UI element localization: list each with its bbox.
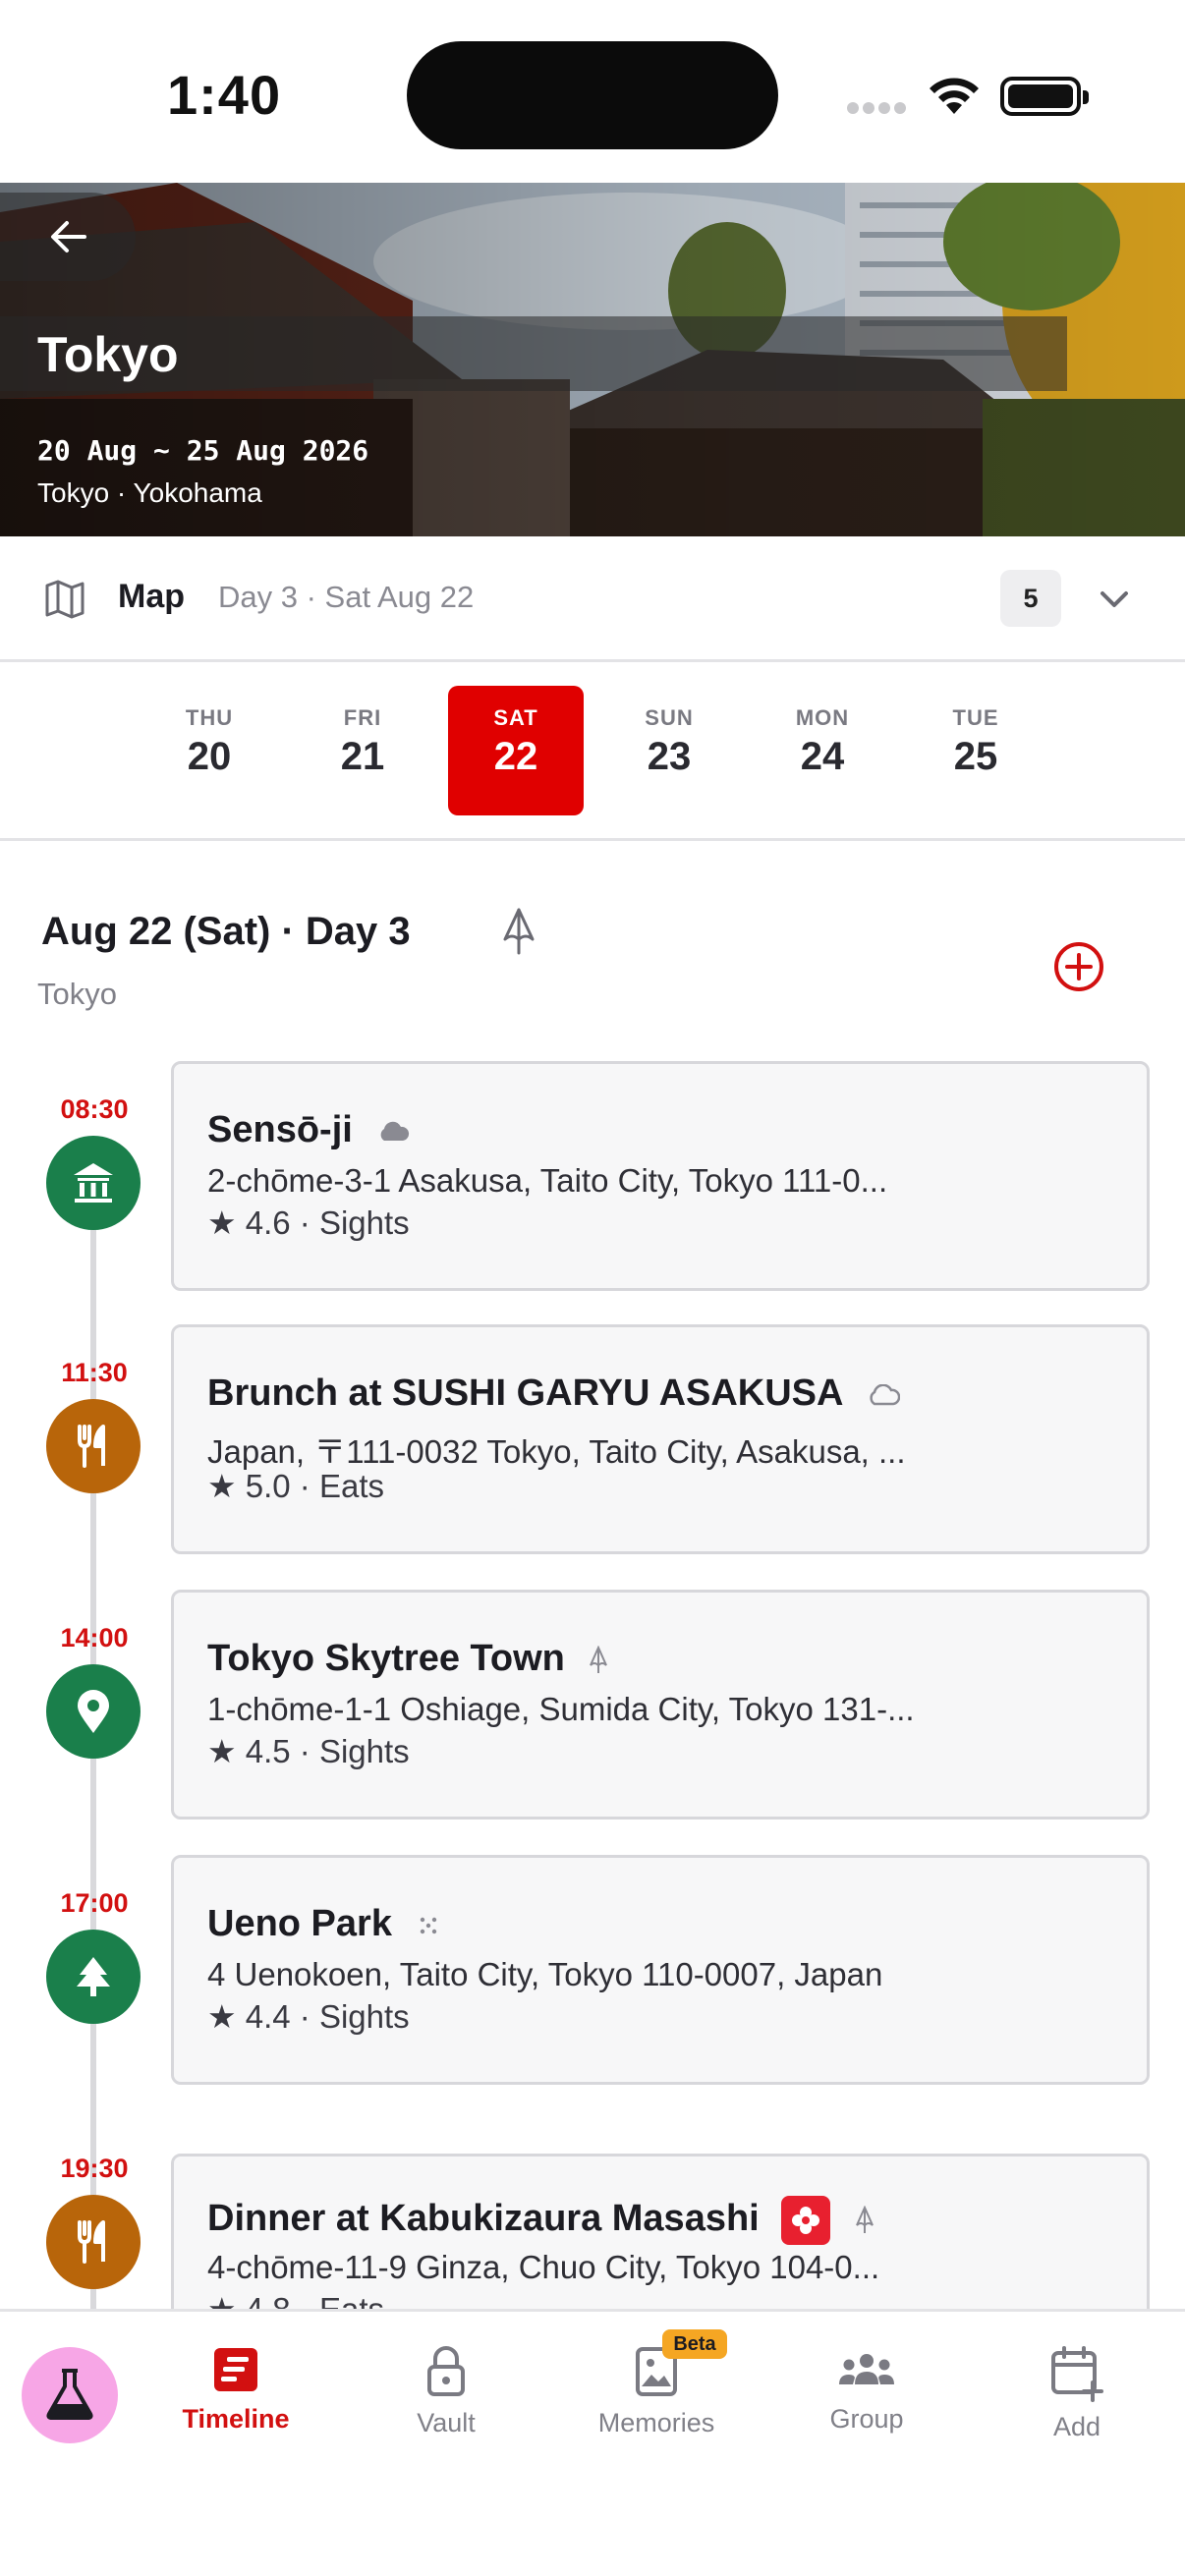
chevron-down-icon[interactable] [1099,584,1130,615]
place-meta: ★ 4.5 · Sights [207,1733,410,1769]
day-tab[interactable]: THU 20 [141,686,277,815]
battery-icon [1000,77,1089,116]
arrow-left-icon [51,221,86,252]
michelin-icon [781,2196,831,2245]
lab-button[interactable] [22,2347,118,2443]
trip-cities: Tokyo · Yokohama [37,477,262,508]
item-time: 08:30 [60,1094,129,1124]
museum-icon [46,1136,141,1230]
day-tab[interactable]: MON 24 [755,686,890,815]
status-time: 1:40 [167,64,282,126]
place-address: 2-chōme-3-1 Asakusa, Taito City, Tokyo 1… [207,1162,888,1199]
beta-badge: Beta [662,2329,727,2359]
day-title: Aug 22 (Sat) · Day 3 [41,910,411,953]
cloud-outline-icon [870,1383,900,1406]
stop-count-badge: 5 [1000,570,1061,627]
day-selector: THU 20 FRI 21 SAT 22 SUN 23 MON 24 TUE 2… [0,662,1185,841]
timeline-item: 11:30 Brunch at SUSHI GARYU ASAKUSA Japa… [0,1324,1185,1590]
flask-icon [46,2369,93,2420]
tab-vault[interactable]: Vault [358,2345,535,2438]
place-title: Sensō-ji [207,1109,353,1150]
timeline-icon [214,2348,257,2391]
pin-icon [46,1664,141,1759]
item-time: 17:00 [60,1888,129,1918]
item-time: 14:00 [60,1623,129,1652]
place-card[interactable]: Ueno Park 4 Uenokoen, Taito City, Tokyo … [171,1855,1150,2085]
place-card[interactable]: Tokyo Skytree Town 1-chōme-1-1 Oshiage, … [171,1590,1150,1820]
wifi-icon [930,78,979,114]
snow-icon [420,1917,436,1934]
calendar-add-icon [1051,2346,1103,2402]
bottom-tab-bar: Timeline Vault Memories Beta Group Add [0,2309,1185,2576]
place-title: Dinner at Kabukizaura Masashi [207,2198,760,2240]
place-address: Japan, 〒111-0032 Tokyo, Taito City, Asak… [207,1433,906,1470]
back-button[interactable] [0,193,136,281]
place-title: Tokyo Skytree Town [207,1638,565,1679]
item-time: 19:30 [60,2154,129,2183]
tree-icon [46,1930,141,2024]
umbrella-icon [503,908,535,955]
day-tab[interactable]: FRI 21 [295,686,430,815]
timeline-item: 14:00 Tokyo Skytree Town 1-chōme-1-1 Osh… [0,1590,1185,1855]
map-toggle-row[interactable]: Map Day 3 · Sat Aug 22 5 [0,536,1185,662]
place-card[interactable]: Dinner at Kabukizaura Masashi 4-chōme-11… [171,2154,1150,2309]
umbrella-icon [855,2206,874,2233]
tab-add[interactable]: Add [988,2345,1165,2442]
map-label: Map [118,578,185,615]
place-card[interactable]: Sensō-ji 2-chōme-3-1 Asakusa, Taito City… [171,1061,1150,1291]
place-card[interactable]: Brunch at SUSHI GARYU ASAKUSA Japan, 〒11… [171,1324,1150,1554]
day-city: Tokyo [37,977,117,1011]
fork-knife-icon [46,2195,141,2289]
tab-memories[interactable]: Memories [568,2345,745,2438]
cloud-icon [380,1121,410,1141]
tab-group[interactable]: Group [778,2345,955,2435]
fork-knife-icon [46,1399,141,1493]
place-meta: ★ 4.8 · Eats [207,2290,384,2309]
dynamic-island [407,41,778,149]
item-time: 11:30 [61,1358,128,1387]
day-tab-selected[interactable]: SAT 22 [448,686,584,815]
tab-timeline[interactable]: Timeline [147,2345,324,2435]
day-tab[interactable]: SUN 23 [601,686,737,815]
status-bar: 1:40 [0,0,1185,183]
trip-dates: 20 Aug ~ 25 Aug 2026 [37,434,369,467]
place-meta: ★ 4.6 · Sights [207,1204,410,1241]
lock-icon [427,2346,465,2396]
place-title: Ueno Park [207,1903,392,1944]
place-meta: ★ 5.0 · Eats [207,1468,384,1504]
signal-icon [847,102,908,116]
place-address: 1-chōme-1-1 Oshiage, Sumida City, Tokyo … [207,1691,915,1727]
day-tab[interactable]: TUE 25 [908,686,1044,815]
place-address: 4-chōme-11-9 Ginza, Chuo City, Tokyo 104… [207,2249,880,2285]
timeline-item: 19:30 Dinner at Kabukizaura Masashi 4-ch… [0,2154,1185,2309]
group-icon [839,2354,894,2384]
umbrella-icon [590,1645,608,1673]
place-title: Brunch at SUSHI GARYU ASAKUSA [207,1372,843,1414]
timeline-item: 17:00 Ueno Park 4 Uenokoen, Taito City, … [0,1855,1185,2120]
trip-title: Tokyo [37,327,179,382]
map-icon [45,580,85,619]
trip-hero: Tokyo 20 Aug ~ 25 Aug 2026 Tokyo · Yokoh… [0,183,1185,536]
place-address: 4 Uenokoen, Taito City, Tokyo 110-0007, … [207,1956,883,1992]
place-meta: ★ 4.4 · Sights [207,1998,410,2035]
timeline-item: 08:30 Sensō-ji 2-chōme-3-1 Asakusa, Tait… [0,1061,1185,1326]
add-stop-button[interactable] [1053,941,1104,992]
map-subtitle: Day 3 · Sat Aug 22 [218,580,475,614]
